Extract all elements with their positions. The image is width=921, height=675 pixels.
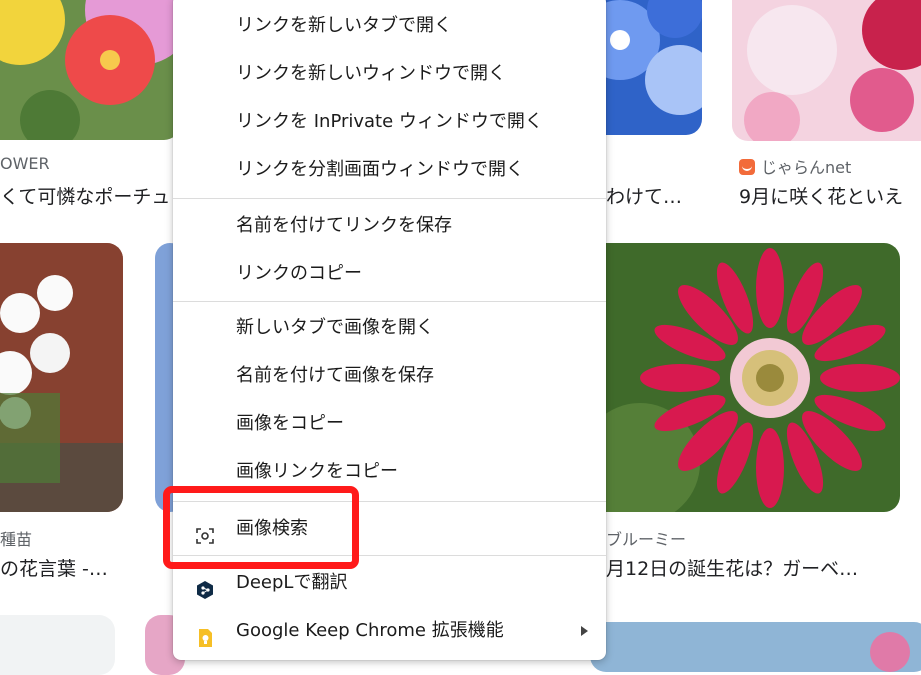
menu-item-label: リンクを InPrivate ウィンドウで開く [236, 111, 543, 132]
submenu-arrow-icon [581, 626, 588, 636]
result-image-8[interactable] [0, 615, 115, 675]
menu-save-image-as[interactable]: 名前を付けて画像を保存 [173, 354, 606, 398]
menu-item-label: Google Keep Chrome 拡張機能 [236, 620, 504, 641]
menu-copy-link[interactable]: リンクのコピー [173, 252, 606, 296]
menu-open-link-inprivate[interactable]: リンクを InPrivate ウィンドウで開く [173, 100, 606, 144]
card5-source: 種苗 [0, 530, 33, 549]
menu-copy-image[interactable]: 画像をコピー [173, 402, 606, 446]
menu-item-label: リンクのコピー [236, 263, 362, 284]
menu-separator [173, 301, 606, 302]
card5-title[interactable]: の花言葉 -… [0, 554, 172, 581]
menu-item-label: 名前を付けて画像を保存 [236, 365, 434, 386]
card6-title[interactable]: 月12日の誕生花は？ガーベ… [606, 554, 906, 581]
google-keep-icon [195, 621, 215, 647]
menu-item-label: リンクを新しいタブで開く [236, 15, 452, 36]
result-image-10[interactable] [590, 622, 921, 672]
menu-item-label: リンクを分割画面ウィンドウで開く [236, 159, 524, 180]
menu-save-link-as[interactable]: 名前を付けてリンクを保存 [173, 204, 606, 248]
menu-google-keep[interactable]: Google Keep Chrome 拡張機能 [173, 609, 606, 653]
card4-title[interactable]: 9月に咲く花といえ [739, 182, 921, 209]
result-image-1[interactable] [0, 0, 180, 140]
result-image-4[interactable] [732, 0, 921, 141]
menu-open-image-new-tab[interactable]: 新しいタブで画像を開く [173, 306, 606, 350]
menu-separator [173, 198, 606, 199]
card1-source: OWER [0, 154, 50, 173]
deepl-icon [195, 573, 215, 599]
menu-open-link-split-screen[interactable]: リンクを分割画面ウィンドウで開く [173, 148, 606, 192]
card1-title[interactable]: くて可憐なポーチュ [0, 182, 172, 209]
menu-item-label: 画像をコピー [236, 413, 344, 434]
menu-item-label: 名前を付けてリンクを保存 [236, 215, 452, 236]
highlight-box [163, 486, 359, 569]
card6-source: ブルーミー [606, 530, 687, 549]
card4-source-label: じゃらんnet [761, 158, 852, 177]
card4-source: じゃらんnet [739, 154, 851, 178]
menu-item-label: 新しいタブで画像を開く [236, 317, 434, 338]
jalan-favicon-icon [739, 159, 755, 175]
menu-open-link-new-window[interactable]: リンクを新しいウィンドウで開く [173, 52, 606, 96]
card3-title[interactable]: わけて… [606, 182, 716, 209]
result-image-7[interactable] [580, 243, 900, 512]
menu-open-link-new-tab[interactable]: リンクを新しいタブで開く [173, 4, 606, 48]
result-image-5[interactable] [0, 243, 123, 512]
menu-item-label: リンクを新しいウィンドウで開く [236, 63, 506, 84]
